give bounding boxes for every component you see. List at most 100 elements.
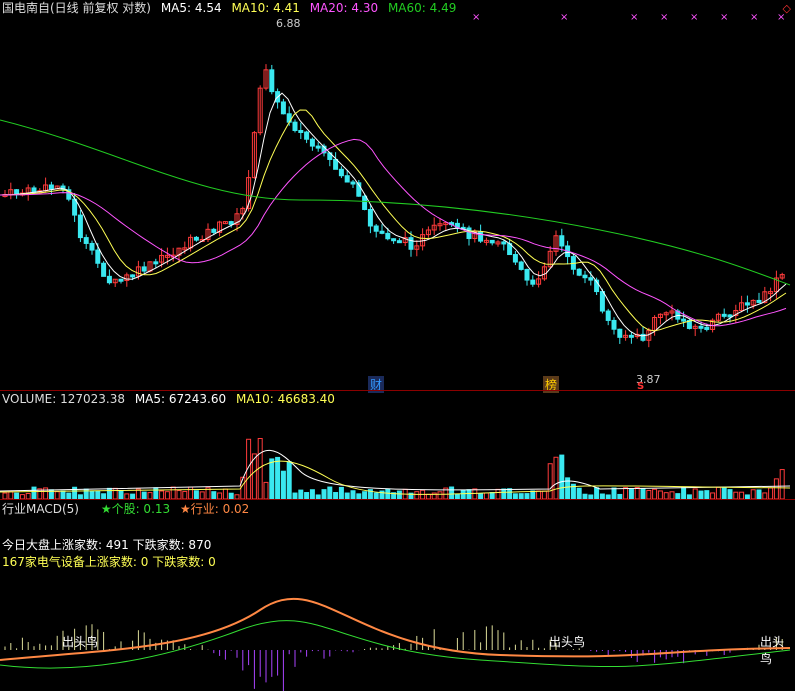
macd-histogram xyxy=(0,597,791,691)
candle xyxy=(553,230,559,256)
candle xyxy=(193,236,199,242)
volume-bar xyxy=(460,489,466,499)
candle xyxy=(768,287,774,302)
candle xyxy=(304,130,310,144)
candle xyxy=(744,295,750,313)
candle xyxy=(280,98,286,115)
candle xyxy=(634,328,640,339)
candle xyxy=(466,225,472,246)
candle xyxy=(89,240,95,255)
candle xyxy=(582,270,588,284)
volume-bar xyxy=(640,488,646,499)
volume-bar xyxy=(286,461,292,499)
volume-bar xyxy=(112,487,118,499)
candle xyxy=(333,152,339,170)
volume-bar xyxy=(211,491,217,499)
candle xyxy=(646,327,652,348)
volume-bar xyxy=(141,491,147,499)
volume-bar xyxy=(547,463,553,499)
signal-marker: × xyxy=(472,12,480,23)
candle xyxy=(309,137,315,151)
candle xyxy=(779,272,785,280)
candle xyxy=(715,312,721,323)
signal-marker: × xyxy=(777,12,785,23)
candle xyxy=(483,237,489,246)
stock-macd-line xyxy=(0,620,791,669)
volume-bar xyxy=(362,491,368,499)
candle xyxy=(570,254,576,275)
candle xyxy=(623,330,629,341)
volume-bar xyxy=(750,489,756,499)
candle xyxy=(518,260,524,271)
candle xyxy=(350,179,356,188)
signal-marker: × xyxy=(630,12,638,23)
candle xyxy=(489,239,495,246)
volume-bar xyxy=(773,478,779,499)
volume-bar xyxy=(414,491,420,499)
macd-panel[interactable]: 行业MACD(5) ★个股: 0.13 ★行业: 0.02 今日大盘上涨家数: … xyxy=(0,500,795,691)
volume-bar xyxy=(385,488,391,499)
signal-label-3: 出头鸟 xyxy=(760,635,785,666)
candle xyxy=(431,217,437,235)
volume-bar xyxy=(269,458,275,499)
candle xyxy=(454,218,460,233)
candle xyxy=(338,166,344,179)
volume-ma5-line xyxy=(0,449,791,492)
volume-bar xyxy=(396,490,402,499)
candle xyxy=(605,308,611,326)
ma-line xyxy=(0,92,787,337)
volume-bar xyxy=(652,488,658,499)
price-chart-panel[interactable]: 国电南自(日线 前复权 对数) MA5: 4.54 MA10: 4.41 MA2… xyxy=(0,0,795,393)
volume-bar xyxy=(739,491,745,499)
signal-marker: × xyxy=(720,12,728,23)
candle xyxy=(559,228,565,252)
volume-bar xyxy=(541,490,547,499)
volume-bar xyxy=(733,491,739,499)
volume-bar xyxy=(634,487,640,499)
volume-bar xyxy=(576,487,582,499)
candle xyxy=(251,130,257,179)
candle xyxy=(495,240,501,247)
candle xyxy=(118,278,124,284)
candle xyxy=(414,240,420,257)
volume-bar xyxy=(628,488,634,499)
volume-bar xyxy=(321,489,327,499)
signal-marker: × xyxy=(660,12,668,23)
volume-bar xyxy=(530,490,536,499)
candle xyxy=(640,326,646,342)
volume-bar xyxy=(106,487,112,499)
volume-bar xyxy=(89,490,95,499)
candle xyxy=(222,221,228,225)
volume-bar xyxy=(768,487,774,499)
volume-bar xyxy=(681,487,687,499)
ma-line xyxy=(0,138,787,327)
volume-bar xyxy=(669,491,675,499)
candle xyxy=(2,190,8,198)
candle xyxy=(217,220,223,237)
volume-bar xyxy=(611,487,617,499)
volume-bar xyxy=(153,487,159,499)
candle xyxy=(657,313,663,325)
candle xyxy=(257,85,263,136)
candle xyxy=(379,224,385,235)
volume-bar xyxy=(646,489,652,499)
volume-bar xyxy=(60,490,66,499)
volume-bar xyxy=(188,486,194,499)
candle xyxy=(541,262,547,281)
volume-bar xyxy=(95,490,101,499)
candle xyxy=(8,182,14,200)
volume-bar xyxy=(164,491,170,499)
high-price-label: 6.88 xyxy=(276,17,301,30)
volume-bar xyxy=(199,491,205,499)
candle xyxy=(19,189,25,197)
candle xyxy=(112,278,118,288)
candle xyxy=(77,209,83,243)
candle xyxy=(739,295,745,313)
candle xyxy=(141,261,147,274)
volume-panel[interactable]: VOLUME: 127023.38 MA5: 67243.60 MA10: 46… xyxy=(0,391,795,500)
candle xyxy=(205,223,211,242)
candle xyxy=(101,261,107,277)
candle xyxy=(443,222,449,231)
signal-label-1: 出头鸟 xyxy=(62,635,99,649)
candle xyxy=(425,226,431,238)
